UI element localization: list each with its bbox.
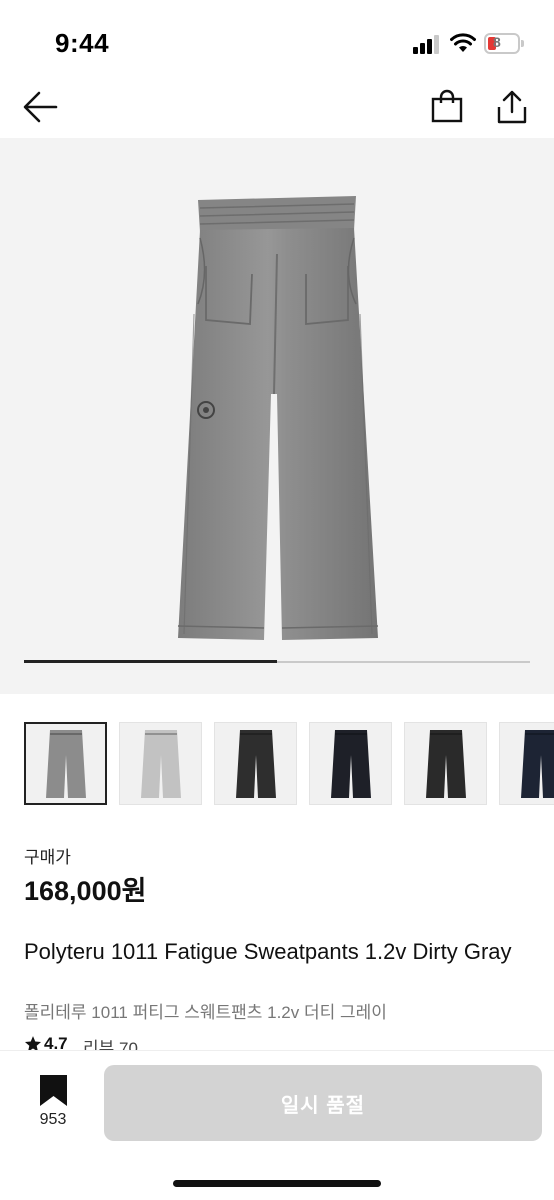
thumbnail-pants-image	[45, 729, 86, 798]
bookmark-icon	[40, 1075, 67, 1106]
thumbnail-pants-image	[140, 729, 181, 798]
gallery-progress-indicator	[24, 660, 277, 663]
battery-level: 8	[493, 34, 501, 50]
thumbnail-4[interactable]	[309, 722, 392, 805]
cellular-signal-icon	[413, 35, 439, 54]
thumbnail-pants-image	[330, 729, 371, 798]
bookmark-count: 953	[39, 1111, 67, 1128]
battery-icon: 8	[484, 33, 524, 54]
product-name-en: Polyteru 1011 Fatigue Sweatpants 1.2v Di…	[24, 939, 512, 964]
thumbnail-2[interactable]	[119, 722, 202, 805]
thumbnail-strip	[24, 722, 554, 806]
price-value: 168,000원	[24, 876, 147, 906]
thumbnail-5[interactable]	[404, 722, 487, 805]
back-arrow-icon[interactable]	[22, 90, 60, 124]
bottom-action-bar: 953 일시 품절	[0, 1050, 554, 1200]
status-bar: 9:44 8	[0, 0, 554, 80]
thumbnail-pants-image	[425, 729, 466, 798]
thumbnail-1[interactable]	[24, 722, 107, 805]
home-indicator	[173, 1180, 381, 1187]
sold-out-button[interactable]: 일시 품절	[104, 1065, 542, 1141]
product-image-gallery[interactable]	[0, 138, 554, 694]
gallery-progress-track	[24, 660, 530, 663]
wifi-icon	[450, 33, 476, 52]
price-label: 구매가	[24, 848, 71, 867]
status-time: 9:44	[55, 28, 110, 58]
nav-bar	[0, 80, 554, 138]
shopping-bag-icon[interactable]	[431, 89, 463, 123]
thumbnail-6[interactable]	[499, 722, 554, 805]
share-icon[interactable]	[496, 89, 528, 125]
bookmark-button[interactable]: 953	[30, 1075, 76, 1135]
product-image	[177, 196, 379, 640]
thumbnail-pants-image	[520, 729, 554, 798]
thumbnail-pants-image	[235, 729, 276, 798]
product-name-ko: 폴리테루 1011 퍼티그 스웨트팬츠 1.2v 더티 그레이	[24, 1003, 387, 1022]
thumbnail-3[interactable]	[214, 722, 297, 805]
